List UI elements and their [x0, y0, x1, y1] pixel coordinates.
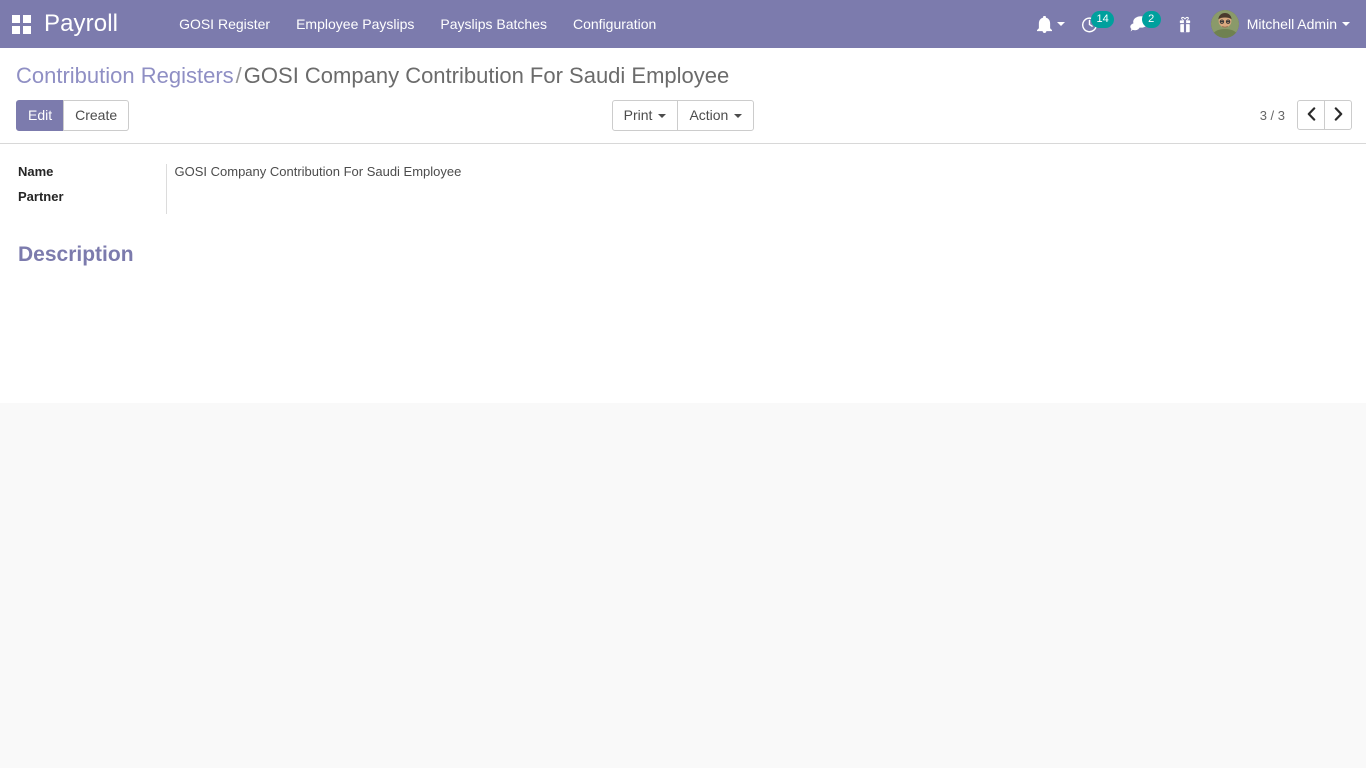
- user-avatar: [1210, 10, 1239, 38]
- action-dropdown-button[interactable]: Action: [677, 99, 755, 131]
- gift-icon: [1177, 16, 1193, 33]
- field-value-name[interactable]: GOSI Company Contribution For Saudi Empl…: [175, 164, 462, 180]
- form-sheet-inner: Name GOSI Company Contribution For Saudi…: [0, 144, 1366, 313]
- apps-menu-button[interactable]: [0, 0, 42, 48]
- user-menu-button[interactable]: Mitchell Admin: [1201, 0, 1356, 48]
- top-navbar: Payroll GOSI Register Employee Payslips …: [0, 0, 1366, 48]
- page-background: [0, 402, 1366, 768]
- menu-item-gosi-register[interactable]: GOSI Register: [166, 0, 283, 48]
- pager-previous-button[interactable]: [1297, 100, 1325, 131]
- control-panel-actions: Edit Create Print Action 3 / 3: [14, 95, 1352, 143]
- form-fields-table: Name GOSI Company Contribution For Saudi…: [16, 163, 462, 214]
- user-name-label: Mitchell Admin: [1246, 16, 1337, 32]
- bell-icon: [1037, 15, 1053, 33]
- chevron-right-icon: [1334, 107, 1343, 124]
- systray: 14 2 Mitchell Admin: [1029, 0, 1356, 48]
- breadcrumb: Contribution Registers/GOSI Company Cont…: [14, 48, 1352, 95]
- print-label: Print: [623, 106, 653, 123]
- messages-menu-button[interactable]: 2: [1122, 0, 1169, 48]
- control-panel: Contribution Registers/GOSI Company Cont…: [0, 48, 1366, 144]
- menu-item-payslips-batches[interactable]: Payslips Batches: [427, 0, 560, 48]
- menu-item-configuration[interactable]: Configuration: [560, 0, 669, 48]
- activities-menu-button[interactable]: [1029, 0, 1073, 48]
- gift-menu-button[interactable]: [1169, 0, 1201, 48]
- pager-value[interactable]: 3 / 3: [1260, 108, 1285, 123]
- field-value-cell-partner: [165, 188, 462, 214]
- chevron-down-icon: [734, 113, 743, 118]
- main-menu: GOSI Register Employee Payslips Payslips…: [166, 0, 669, 48]
- field-label-partner: Partner: [18, 188, 64, 204]
- form-sheet: Name GOSI Company Contribution For Saudi…: [0, 143, 1366, 403]
- messages-badge: 2: [1141, 11, 1161, 28]
- menu-item-employee-payslips[interactable]: Employee Payslips: [283, 0, 427, 48]
- timer-badge: 14: [1091, 11, 1114, 28]
- chevron-down-icon: [658, 113, 667, 118]
- record-pager: 3 / 3: [1260, 100, 1352, 131]
- breadcrumb-parent-link[interactable]: Contribution Registers: [16, 63, 234, 88]
- description-field[interactable]: [18, 273, 1350, 313]
- breadcrumb-separator: /: [235, 63, 242, 88]
- chevron-down-icon: [1057, 22, 1066, 26]
- chevron-down-icon: [1342, 22, 1350, 26]
- edit-button[interactable]: Edit: [16, 99, 65, 131]
- field-label-name: Name: [18, 163, 54, 179]
- create-button[interactable]: Create: [63, 99, 130, 131]
- form-row-name: Name GOSI Company Contribution For Saudi…: [16, 163, 462, 189]
- record-action-buttons: Edit Create: [16, 99, 130, 131]
- field-value-partner[interactable]: [175, 189, 462, 205]
- print-action-group-wrapper: Print Action: [14, 99, 1352, 131]
- form-row-partner: Partner: [16, 188, 462, 214]
- description-section-title: Description: [18, 242, 134, 266]
- action-label: Action: [689, 106, 729, 123]
- apps-grid-icon: [11, 14, 31, 34]
- pager-next-button[interactable]: [1324, 100, 1352, 131]
- print-dropdown-button[interactable]: Print: [611, 99, 679, 131]
- field-value-cell-name: GOSI Company Contribution For Saudi Empl…: [165, 163, 462, 189]
- app-brand-title[interactable]: Payroll: [42, 12, 124, 36]
- breadcrumb-current: GOSI Company Contribution For Saudi Empl…: [243, 63, 730, 88]
- print-action-group: Print Action: [611, 99, 755, 131]
- chevron-left-icon: [1307, 107, 1316, 124]
- timer-menu-button[interactable]: 14: [1073, 0, 1121, 48]
